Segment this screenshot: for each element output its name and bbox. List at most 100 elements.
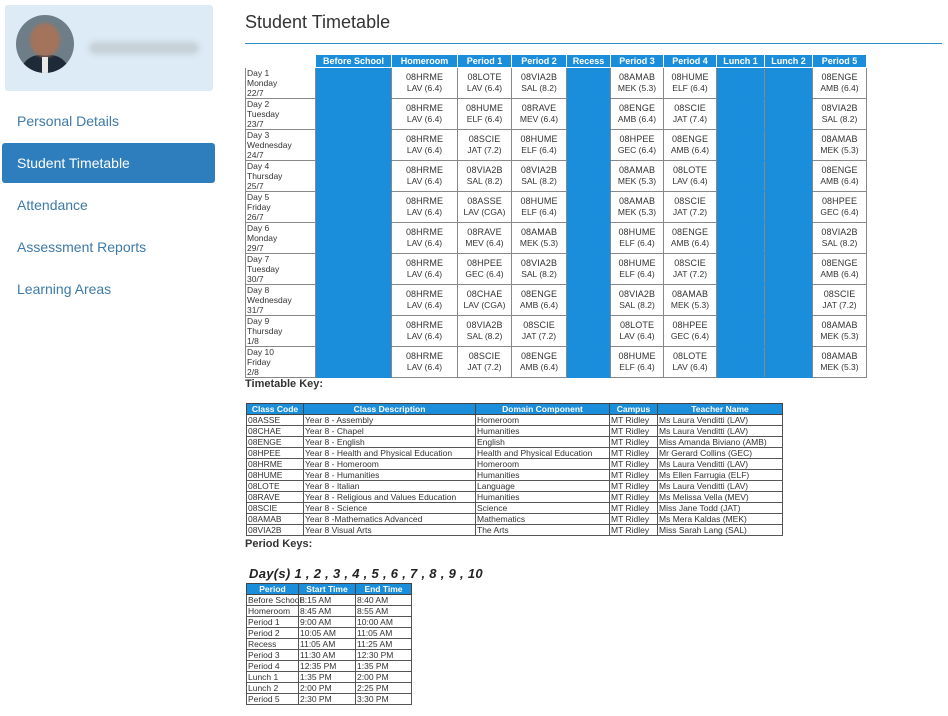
key-cell: MT Ridley [609, 513, 658, 525]
class-cell[interactable]: 08LOTE LAV (6.4) [663, 346, 717, 378]
class-cell[interactable]: 08HUME ELF (6.4) [457, 98, 512, 130]
timetable-header-cell: Period 5 [812, 54, 867, 68]
class-cell[interactable]: 08HPEE GEC (6.4) [610, 129, 664, 161]
class-cell[interactable]: 08AMAB MEK (5.3) [610, 67, 664, 99]
class-cell[interactable]: 08ASSE LAV (CGA) [457, 191, 512, 223]
class-cell[interactable]: 08VIA2B SAL (8.2) [610, 284, 664, 316]
key-row: 08HRME Year 8 - Homeroom Homeroom MT Ridley… [246, 458, 783, 470]
class-code: 08SCIE [468, 134, 501, 144]
day-cell-line: Day 7 [247, 254, 270, 265]
class-cell[interactable]: 08ENGE AMB (6.4) [812, 253, 867, 285]
class-cell[interactable]: 08SCIE JAT (7.2) [457, 346, 512, 378]
class-cell[interactable]: 08HRME LAV (6.4) [391, 191, 458, 223]
key-cell: Ms Laura Venditti (LAV) [657, 425, 783, 437]
class-cell[interactable]: 08ENGE AMB (6.4) [812, 160, 867, 192]
class-cell[interactable]: 08VIA2B SAL (8.2) [812, 98, 867, 130]
class-code: 08HUME [465, 103, 504, 113]
class-room: LAV (6.4) [406, 176, 443, 186]
nav-item-student-timetable[interactable]: Student Timetable [2, 143, 215, 183]
class-cell[interactable]: 08HPEE GEC (6.4) [663, 315, 717, 347]
class-code: 08VIA2B [618, 289, 656, 299]
class-room: JAT (7.4) [672, 114, 708, 124]
class-cell[interactable]: 08HRME LAV (6.4) [391, 222, 458, 254]
class-cell[interactable]: 08CHAE LAV (CGA) [457, 284, 512, 316]
class-code: 08VIA2B [520, 258, 558, 268]
class-code: 08LOTE [467, 72, 502, 82]
key-cell: Year 8 - Assembly [303, 414, 476, 426]
class-room: SAL (8.2) [521, 176, 557, 186]
period-cell: 3:30 PM [355, 693, 412, 705]
key-header-cell: Campus [609, 403, 658, 415]
class-cell[interactable]: 08ENGE AMB (6.4) [663, 129, 717, 161]
class-cell[interactable]: 08HRME LAV (6.4) [391, 160, 458, 192]
class-cell[interactable]: 08HRME LAV (6.4) [391, 284, 458, 316]
class-cell[interactable]: 08HRME LAV (6.4) [391, 315, 458, 347]
class-cell[interactable]: 08VIA2B SAL (8.2) [457, 160, 512, 192]
period-row: Period 2 10:05 AM 11:05 AM [246, 627, 412, 639]
class-cell[interactable]: 08VIA2B SAL (8.2) [511, 253, 567, 285]
key-cell: Humanities [475, 469, 610, 481]
key-cell: Humanities [475, 491, 610, 503]
class-cell[interactable]: 08ENGE AMB (6.4) [663, 222, 717, 254]
class-cell[interactable]: 08HUME ELF (6.4) [610, 222, 664, 254]
period-cell: 9:00 AM [298, 616, 356, 628]
class-cell[interactable]: 08AMAB MEK (5.3) [812, 129, 867, 161]
timetable-header-cell: Recess [566, 54, 611, 68]
class-cell[interactable]: 08HRME LAV (6.4) [391, 253, 458, 285]
class-cell[interactable]: 08HRME LAV (6.4) [391, 67, 458, 99]
class-room: GEC (6.4) [465, 269, 504, 279]
class-cell[interactable]: 08VIA2B SAL (8.2) [511, 160, 567, 192]
class-cell[interactable]: 08VIA2B SAL (8.2) [457, 315, 512, 347]
class-cell[interactable]: 08HUME ELF (6.4) [663, 67, 717, 99]
class-cell[interactable]: 08SCIE JAT (7.2) [663, 253, 717, 285]
class-cell[interactable]: 08ENGE AMB (6.4) [812, 67, 867, 99]
class-cell[interactable]: 08VIA2B SAL (8.2) [812, 222, 867, 254]
class-cell[interactable]: 08LOTE LAV (6.4) [610, 315, 664, 347]
class-cell[interactable]: 08LOTE LAV (6.4) [457, 67, 512, 99]
class-cell[interactable]: 08AMAB MEK (5.3) [511, 222, 567, 254]
class-cell[interactable]: 08HRME LAV (6.4) [391, 98, 458, 130]
class-code: 08HPEE [821, 196, 858, 206]
profile-card[interactable] [5, 5, 213, 91]
class-cell[interactable]: 08AMAB MEK (5.3) [812, 346, 867, 378]
class-code: 08ASSE [467, 196, 502, 206]
class-cell[interactable]: 08HUME ELF (6.4) [610, 346, 664, 378]
class-cell[interactable]: 08ENGE AMB (6.4) [610, 98, 664, 130]
day-cell: Day 2 Tuesday 23/7 [245, 98, 316, 130]
class-cell[interactable]: 08ENGE AMB (6.4) [511, 346, 567, 378]
class-cell[interactable]: 08RAVE MEV (6.4) [457, 222, 512, 254]
class-cell[interactable]: 08ENGE AMB (6.4) [511, 284, 567, 316]
class-cell[interactable]: 08HPEE GEC (6.4) [812, 191, 867, 223]
class-cell[interactable]: 08HPEE GEC (6.4) [457, 253, 512, 285]
class-code: 08VIA2B [520, 165, 558, 175]
class-cell[interactable]: 08AMAB MEK (5.3) [812, 315, 867, 347]
period-cell: Lunch 2 [246, 682, 299, 694]
class-cell[interactable]: 08SCIE JAT (7.2) [457, 129, 512, 161]
class-cell[interactable]: 08AMAB MEK (5.3) [663, 284, 717, 316]
class-cell[interactable]: 08LOTE LAV (6.4) [663, 160, 717, 192]
nav-item-learning-areas[interactable]: Learning Areas [2, 269, 215, 309]
class-cell[interactable]: 08HUME ELF (6.4) [511, 129, 567, 161]
class-cell[interactable]: 08SCIE JAT (7.2) [812, 284, 867, 316]
class-cell[interactable]: 08HRME LAV (6.4) [391, 346, 458, 378]
class-cell[interactable]: 08SCIE JAT (7.2) [663, 191, 717, 223]
class-cell[interactable]: 08HUME ELF (6.4) [511, 191, 567, 223]
nav-item-assessment-reports[interactable]: Assessment Reports [2, 227, 215, 267]
nav-item-personal-details[interactable]: Personal Details [2, 101, 215, 141]
day-cell-line: Wednesday [247, 140, 292, 150]
class-cell[interactable]: 08AMAB MEK (5.3) [610, 160, 664, 192]
class-room: MEK (5.3) [617, 176, 657, 186]
key-cell: 08AMAB [246, 513, 304, 525]
key-cell: MT Ridley [609, 524, 658, 536]
class-cell[interactable]: 08AMAB MEK (5.3) [610, 191, 664, 223]
class-code: 08HUME [618, 258, 656, 268]
class-cell[interactable]: 08SCIE JAT (7.2) [511, 315, 567, 347]
nav-item-attendance[interactable]: Attendance [2, 185, 215, 225]
class-cell[interactable]: 08RAVE MEV (6.4) [511, 98, 567, 130]
class-code: 08SCIE [823, 289, 856, 299]
class-cell[interactable]: 08VIA2B SAL (8.2) [511, 67, 567, 99]
class-cell[interactable]: 08SCIE JAT (7.4) [663, 98, 717, 130]
class-cell[interactable]: 08HUME ELF (6.4) [610, 253, 664, 285]
timetable-row: Day 6 Monday 29/7 08HRME LAV (6.4) 08RAVE MEV … [245, 222, 867, 254]
class-cell[interactable]: 08HRME LAV (6.4) [391, 129, 458, 161]
